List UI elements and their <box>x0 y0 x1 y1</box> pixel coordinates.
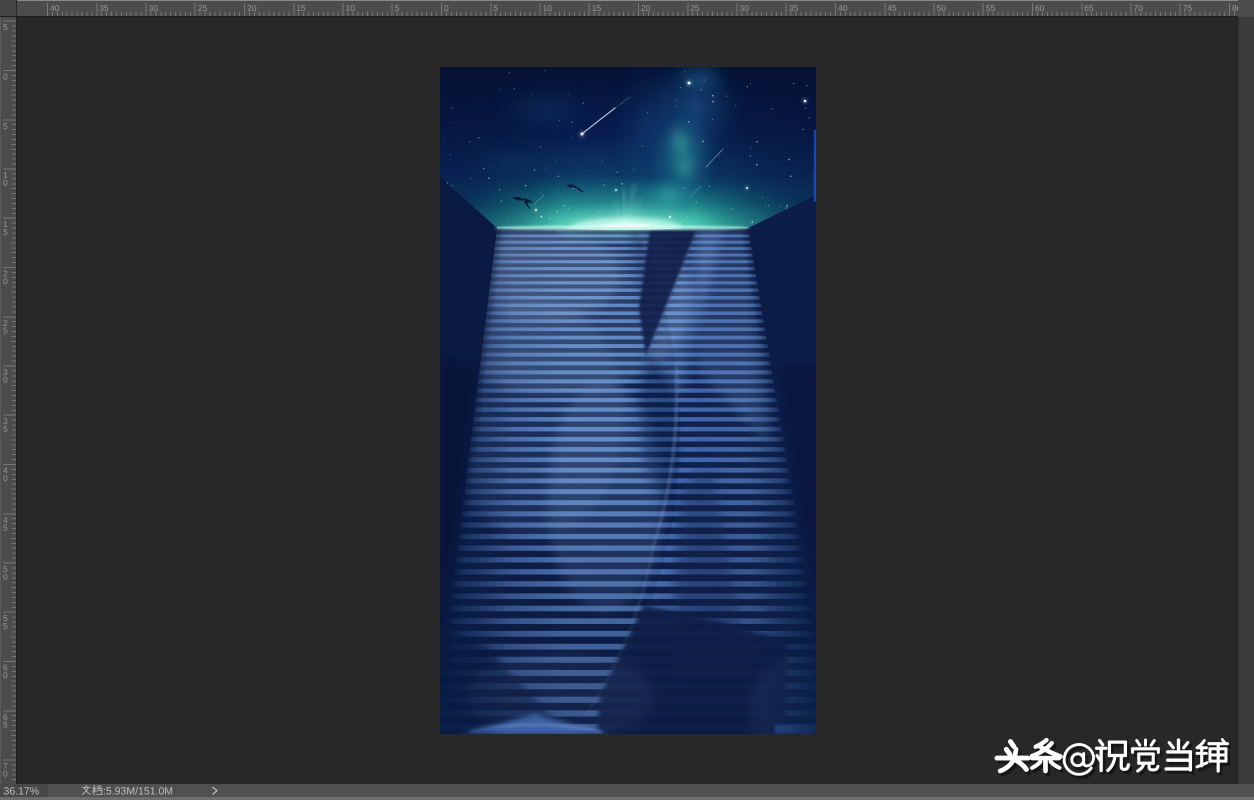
svg-text:30: 30 <box>149 3 159 13</box>
svg-text:75: 75 <box>1183 3 1193 13</box>
svg-text:5: 5 <box>3 522 8 532</box>
svg-text:35: 35 <box>789 3 799 13</box>
svg-text:5: 5 <box>3 719 8 729</box>
svg-text:0: 0 <box>3 670 8 680</box>
svg-text:0: 0 <box>3 473 8 483</box>
svg-text:25: 25 <box>690 3 700 13</box>
svg-text:60: 60 <box>1035 3 1045 13</box>
svg-text:20: 20 <box>641 3 651 13</box>
svg-text:0: 0 <box>3 769 8 779</box>
svg-text:5: 5 <box>3 325 8 335</box>
svg-text:40: 40 <box>50 3 60 13</box>
svg-text:65: 65 <box>1084 3 1094 13</box>
svg-text:0: 0 <box>444 3 449 13</box>
svg-text:5: 5 <box>493 3 498 13</box>
svg-text:10: 10 <box>346 3 356 13</box>
svg-text:5: 5 <box>3 621 8 631</box>
svg-text:5: 5 <box>395 3 400 13</box>
svg-text:36.17%: 36.17% <box>4 786 40 798</box>
svg-text:20: 20 <box>247 3 257 13</box>
svg-text:10: 10 <box>543 3 553 13</box>
svg-text:55: 55 <box>986 3 996 13</box>
svg-text:15: 15 <box>296 3 306 13</box>
svg-text:5: 5 <box>3 424 8 434</box>
svg-text:5: 5 <box>3 22 8 32</box>
svg-text:15: 15 <box>592 3 602 13</box>
svg-text:0: 0 <box>3 375 8 385</box>
svg-text:35: 35 <box>99 3 109 13</box>
svg-text:0: 0 <box>3 178 8 188</box>
svg-text:25: 25 <box>198 3 208 13</box>
svg-text:45: 45 <box>887 3 897 13</box>
svg-text:5: 5 <box>3 121 8 131</box>
svg-text:40: 40 <box>838 3 848 13</box>
svg-text::5.93M/151.0M: :5.93M/151.0M <box>103 786 173 798</box>
svg-text:30: 30 <box>740 3 750 13</box>
svg-text:50: 50 <box>937 3 947 13</box>
svg-text:0: 0 <box>3 572 8 582</box>
svg-text:0: 0 <box>3 72 8 82</box>
svg-text:0: 0 <box>3 276 8 286</box>
svg-text:5: 5 <box>3 227 8 237</box>
svg-text:70: 70 <box>1134 3 1144 13</box>
